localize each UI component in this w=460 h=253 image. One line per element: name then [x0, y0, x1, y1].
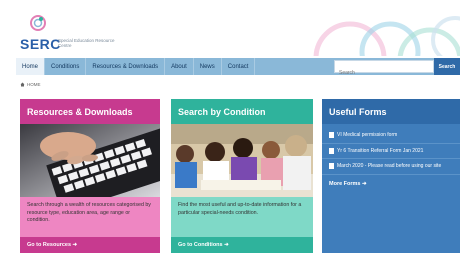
- more-forms-link[interactable]: More Forms ➜: [322, 174, 460, 193]
- document-icon: [329, 132, 334, 138]
- go-to-resources-link[interactable]: Go to Resources ➜: [20, 237, 160, 253]
- form-item[interactable]: VI Medical permission form: [322, 128, 460, 144]
- breadcrumb: HOME: [20, 82, 41, 87]
- resources-panel: Resources & Downloads Search through a w…: [20, 99, 160, 253]
- resources-panel-title[interactable]: Resources & Downloads: [20, 99, 160, 124]
- header-decoration: [313, 16, 460, 56]
- conditions-panel-title[interactable]: Search by Condition: [171, 99, 313, 124]
- nav-contact[interactable]: Contact: [222, 58, 256, 75]
- resources-image: [20, 124, 160, 197]
- nav-news[interactable]: News: [194, 58, 222, 75]
- home-icon[interactable]: [20, 82, 25, 87]
- form-item[interactable]: Yr 6 Transition Referral Form Jan 2021: [322, 144, 460, 159]
- document-icon: [329, 147, 334, 154]
- search-box: [334, 60, 434, 79]
- logo-text[interactable]: SERC: [20, 36, 61, 52]
- main-nav: Home Conditions Resources & Downloads Ab…: [16, 58, 460, 79]
- nav-home[interactable]: Home: [16, 58, 46, 75]
- conditions-description: Find the most useful and up-to-date info…: [171, 197, 313, 237]
- forms-panel: Useful Forms VI Medical permission form …: [322, 99, 460, 253]
- breadcrumb-home[interactable]: HOME: [27, 82, 41, 87]
- serc-logo-icon[interactable]: [28, 14, 48, 36]
- nav-resources-downloads[interactable]: Resources & Downloads: [86, 58, 166, 75]
- resources-description: Search through a wealth of resources cat…: [20, 197, 160, 237]
- form-item-label: March 2020 - Please read before using ou…: [337, 163, 442, 169]
- form-item-label: Yr 6 Transition Referral Form Jan 2021: [337, 147, 424, 154]
- nav-conditions[interactable]: Conditions: [45, 58, 87, 75]
- nav-about[interactable]: About: [165, 58, 194, 75]
- forms-list: VI Medical permission form Yr 6 Transiti…: [322, 124, 460, 175]
- document-icon: [329, 163, 334, 169]
- form-item[interactable]: March 2020 - Please read before using ou…: [322, 159, 460, 175]
- form-item-label: VI Medical permission form: [337, 132, 398, 138]
- classroom-photo: [171, 124, 313, 197]
- forms-panel-background: [322, 192, 460, 253]
- keyboard-photo: [20, 124, 160, 197]
- search-input[interactable]: [335, 67, 433, 79]
- logo-subtitle: Special Education Resource Centre: [58, 38, 115, 48]
- conditions-panel: Search by Condition Find the most useful…: [171, 99, 313, 253]
- search-button[interactable]: Search: [434, 58, 460, 75]
- forms-panel-title[interactable]: Useful Forms: [322, 99, 460, 124]
- conditions-image: [171, 124, 313, 197]
- go-to-conditions-link[interactable]: Go to Conditions ➜: [171, 237, 313, 253]
- site-header: SERC Special Education Resource Centre: [0, 0, 460, 56]
